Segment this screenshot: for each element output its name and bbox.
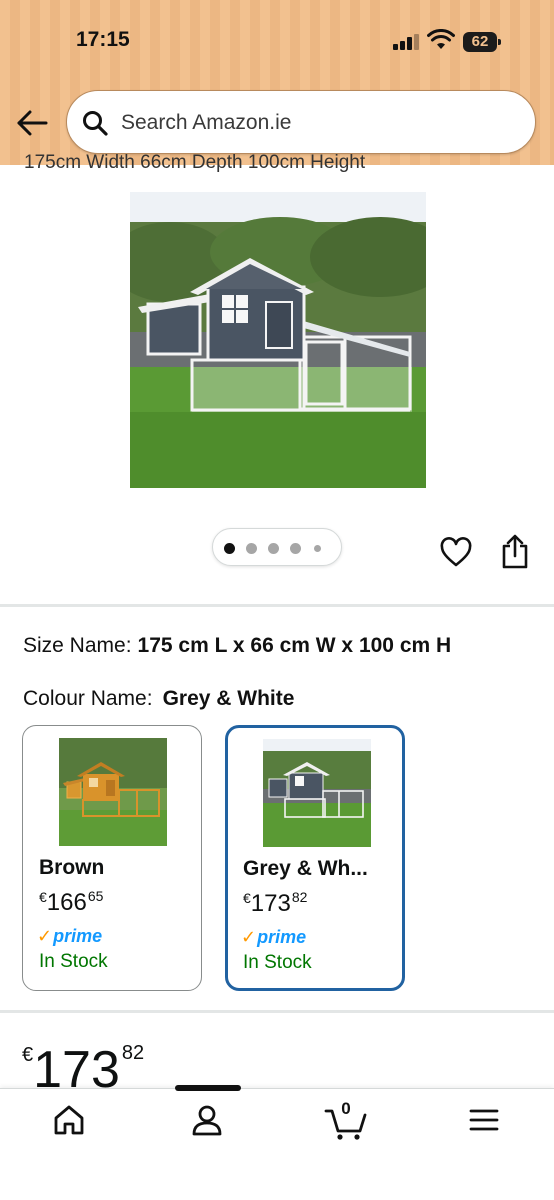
nav-menu[interactable] — [454, 1103, 514, 1143]
battery-icon: 62 — [463, 32, 501, 52]
prime-check-icon: ✓ — [241, 927, 257, 947]
battery-level: 62 — [463, 32, 497, 52]
prime-badge: ✓prime — [37, 926, 103, 946]
status-time: 17:15 — [76, 28, 130, 51]
share-icon[interactable] — [500, 534, 530, 570]
image-carousel-dots[interactable] — [212, 528, 342, 566]
colour-name-row: Colour Name: Grey & White — [23, 687, 294, 711]
home-icon — [54, 1105, 84, 1135]
app-header: 17:15 62 — [0, 0, 554, 165]
size-value: 175 cm L x 66 cm W x 100 cm H — [137, 634, 452, 657]
wifi-icon — [427, 29, 455, 49]
size-label: Size Name: — [23, 634, 132, 657]
prime-badge: ✓prime — [241, 927, 307, 947]
variant-name: Grey & Wh... — [243, 857, 368, 880]
section-divider — [0, 604, 554, 607]
section-divider — [0, 1010, 554, 1013]
product-title: 175cm Width 66cm Depth 100cm Height — [24, 152, 366, 173]
stock-status: In Stock — [39, 951, 108, 972]
search-input[interactable] — [121, 105, 511, 141]
active-tab-indicator — [175, 1085, 241, 1091]
prime-check-icon: ✓ — [37, 926, 53, 946]
nav-cart[interactable]: 0 — [316, 1099, 376, 1143]
product-image[interactable] — [130, 192, 426, 488]
menu-icon — [469, 1109, 499, 1131]
colour-label: Colour Name: — [23, 687, 153, 710]
variant-thumbnail — [59, 738, 167, 846]
search-icon — [83, 111, 108, 136]
account-icon — [192, 1105, 222, 1136]
variant-price: €16665 — [39, 888, 104, 916]
variant-card-brown[interactable]: Brown €16665 ✓prime In Stock — [22, 725, 202, 991]
colour-value: Grey & White — [162, 687, 295, 710]
variant-card-grey-white[interactable]: Grey & Wh... €17382 ✓prime In Stock — [225, 725, 405, 991]
variant-price: €17382 — [243, 889, 308, 917]
variant-thumbnail — [263, 739, 371, 847]
cellular-signal-icon — [393, 34, 421, 50]
cart-count: 0 — [341, 1099, 351, 1118]
heart-icon[interactable] — [440, 537, 472, 569]
bottom-navigation: 0 — [0, 1085, 554, 1200]
variant-name: Brown — [39, 856, 105, 879]
arrow-left-icon[interactable] — [14, 106, 50, 140]
nav-home[interactable] — [39, 1103, 99, 1143]
stock-status: In Stock — [243, 952, 312, 973]
size-name-row: Size Name: 175 cm L x 66 cm W x 100 cm H — [23, 634, 451, 658]
search-bar[interactable] — [66, 90, 536, 154]
nav-account[interactable] — [177, 1103, 237, 1143]
